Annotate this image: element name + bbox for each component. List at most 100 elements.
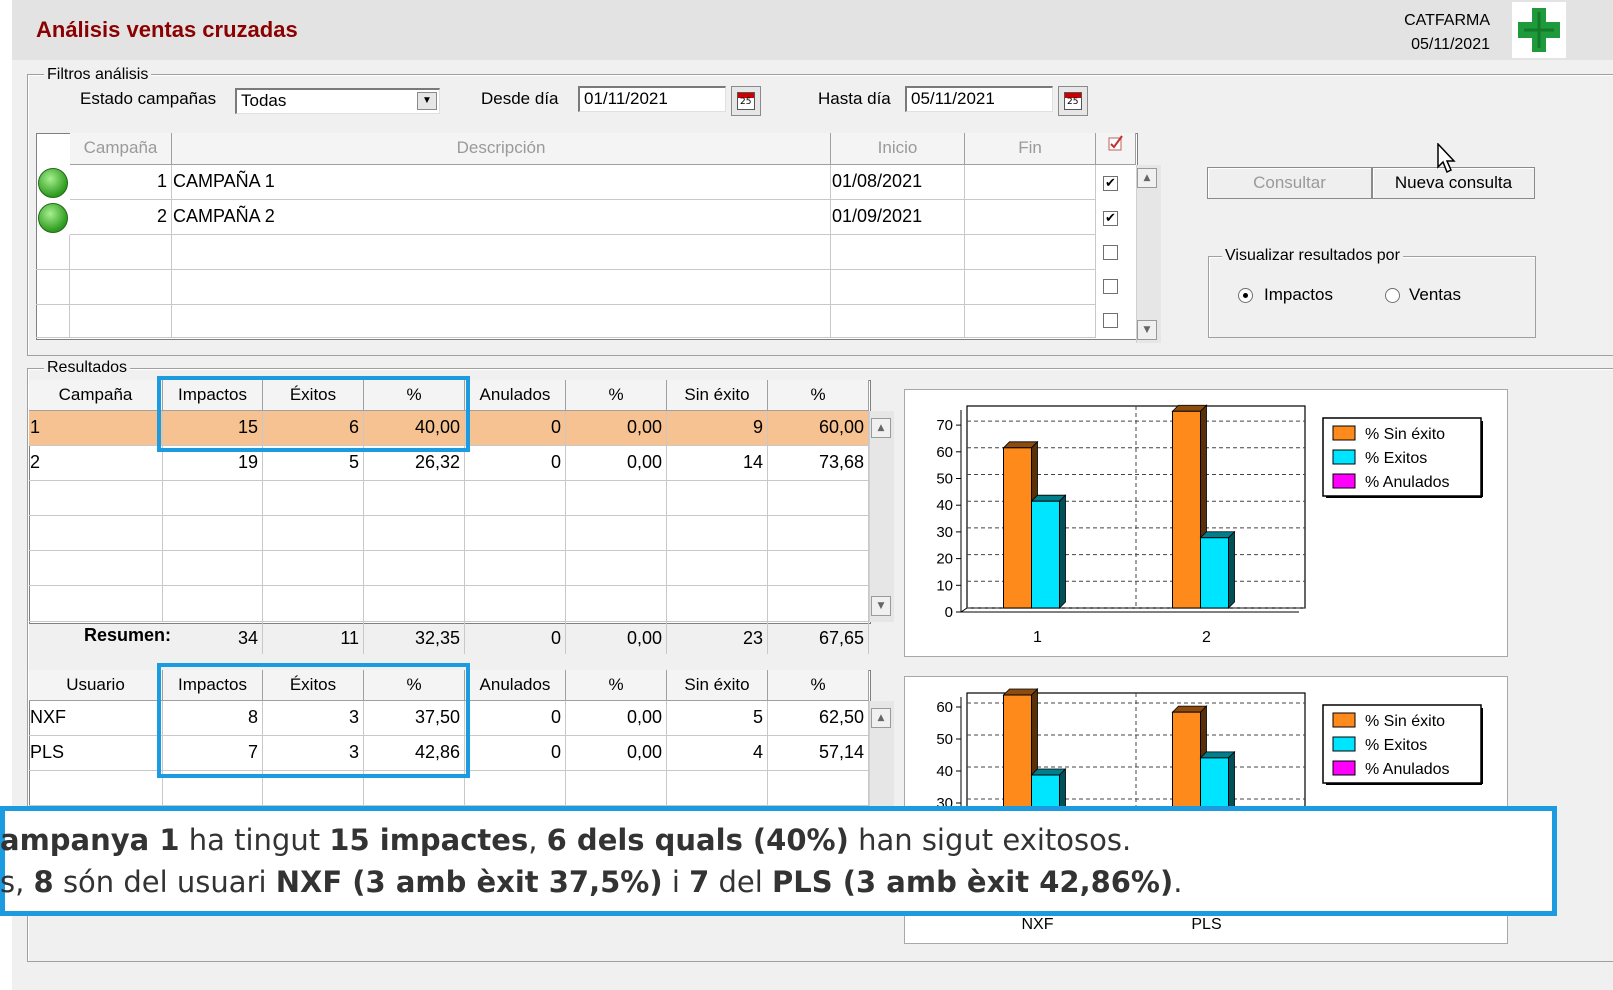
campaign-fin-cell[interactable] (965, 165, 1096, 200)
user-anulados-cell[interactable]: 0 (465, 736, 566, 771)
empty-cell (29, 551, 163, 586)
scroll-down-icon[interactable]: ▼ (871, 596, 891, 616)
status-led-green (38, 168, 68, 198)
hasta-date-field[interactable]: 05/11/2021 (905, 86, 1053, 112)
estado-value: Todas (241, 91, 287, 110)
consultar-button[interactable]: Consultar (1207, 167, 1372, 199)
x-tick-label: PLS (1191, 916, 1221, 933)
summary-anulados-pct: 0,00 (566, 622, 667, 654)
campaign-checkbox[interactable] (1103, 279, 1118, 294)
estado-label: Estado campañas (80, 89, 217, 108)
user-anulados-cell[interactable]: 0 (465, 701, 566, 736)
col-header-anulados-pct[interactable]: % (566, 380, 667, 411)
col-header-anulados-pct[interactable]: % (566, 670, 667, 701)
col-header-descripcion[interactable]: Descripción (172, 133, 831, 165)
empty-cell (364, 481, 465, 516)
empty-cell (263, 481, 364, 516)
highlight-box-users (157, 663, 470, 778)
result-sin-exito-cell[interactable]: 9 (667, 411, 768, 446)
banner-text: 6 dels quals (40%) (546, 823, 849, 857)
campaign-checkbox[interactable] (1103, 313, 1118, 328)
col-header-usuario[interactable]: Usuario (29, 670, 163, 701)
empty-cell (465, 516, 566, 551)
campaign-id-cell[interactable]: 1 (70, 165, 172, 200)
result-campaign-cell[interactable]: 1 (29, 411, 163, 446)
col-header-inicio[interactable]: Inicio (831, 133, 965, 165)
impactos-radio-label[interactable]: Impactos (1264, 285, 1333, 305)
result-campaign-cell[interactable]: 2 (29, 446, 163, 481)
campaign-checkbox[interactable]: ✔ (1103, 176, 1118, 191)
bar (1172, 410, 1201, 609)
scroll-up-icon[interactable]: ▲ (1137, 168, 1157, 188)
empty-cell (768, 481, 869, 516)
campaign-checkbox[interactable] (1103, 245, 1118, 260)
result-anulados-cell[interactable]: 0 (465, 446, 566, 481)
legend-label: % Anulados (1365, 474, 1450, 491)
mouse-pointer-icon (1437, 143, 1456, 174)
campaign-desc-cell[interactable]: CAMPAÑA 2 (172, 200, 831, 235)
result-sin-exito-pct-cell[interactable]: 60,00 (768, 411, 869, 446)
result-anulados-pct-cell[interactable]: 0,00 (566, 446, 667, 481)
legend-swatch (1332, 712, 1356, 728)
result-sin-exito-pct-cell[interactable]: 73,68 (768, 446, 869, 481)
empty-cell (831, 305, 965, 338)
campaign-grid-scrollbar[interactable] (1136, 165, 1161, 343)
empty-cell (36, 235, 70, 270)
campaign-desc-cell[interactable]: CAMPAÑA 1 (172, 165, 831, 200)
empty-cell (465, 586, 566, 622)
col-header-anulados[interactable]: Anulados (465, 380, 566, 411)
empty-cell (163, 586, 263, 622)
user-anulados-pct-cell[interactable]: 0,00 (566, 736, 667, 771)
user-name-cell[interactable]: NXF (29, 701, 163, 736)
empty-cell (70, 305, 172, 338)
empty-cell (768, 551, 869, 586)
user-sin-exito-cell[interactable]: 5 (667, 701, 768, 736)
banner-text: 15 impactes (329, 823, 529, 857)
campaign-id-cell[interactable]: 2 (70, 200, 172, 235)
user-sin-exito-cell[interactable]: 4 (667, 736, 768, 771)
campaign-inicio-cell[interactable]: 01/08/2021 (831, 165, 965, 200)
result-anulados-pct-cell[interactable]: 0,00 (566, 411, 667, 446)
col-header-fin[interactable]: Fin (965, 133, 1096, 165)
col-header-sin-exito-pct[interactable]: % (768, 380, 869, 411)
campaign-checkbox[interactable]: ✔ (1103, 211, 1118, 226)
scroll-down-icon[interactable]: ▼ (1137, 320, 1157, 340)
col-header-sin-exito-pct[interactable]: % (768, 670, 869, 701)
result-sin-exito-cell[interactable]: 14 (667, 446, 768, 481)
estado-select[interactable]: Todas ▼ (235, 88, 440, 114)
result-anulados-cell[interactable]: 0 (465, 411, 566, 446)
scroll-up-icon[interactable]: ▲ (871, 418, 891, 438)
col-header-campana[interactable]: Campaña (70, 133, 172, 165)
summary-impactos: 34 (163, 622, 263, 654)
empty-cell (263, 586, 364, 622)
empty-cell (163, 516, 263, 551)
user-name-cell[interactable]: PLS (29, 736, 163, 771)
col-header-sin-exito[interactable]: Sin éxito (667, 670, 768, 701)
chevron-down-icon[interactable]: ▼ (417, 92, 437, 110)
results-grid-scrollbar[interactable] (869, 411, 894, 622)
impactos-radio[interactable] (1238, 288, 1253, 303)
ventas-radio-label[interactable]: Ventas (1409, 285, 1461, 305)
empty-cell (29, 586, 163, 622)
bar-side-face (1059, 494, 1066, 609)
axis-corner (960, 607, 968, 613)
select-all-checks-button[interactable] (1096, 133, 1136, 165)
campaign-inicio-cell[interactable]: 01/09/2021 (831, 200, 965, 235)
campaign-fin-cell[interactable] (965, 200, 1096, 235)
y-tick-label: 50 (936, 471, 953, 488)
desde-calendar-button[interactable] (731, 86, 761, 116)
x-tick-label: 2 (1202, 629, 1211, 646)
user-sin-exito-pct-cell[interactable]: 57,14 (768, 736, 869, 771)
desde-date-field[interactable]: 01/11/2021 (578, 86, 726, 112)
col-header-campana[interactable]: Campaña (29, 380, 163, 411)
ventas-radio[interactable] (1385, 288, 1400, 303)
user-anulados-pct-cell[interactable]: 0,00 (566, 701, 667, 736)
user-sin-exito-pct-cell[interactable]: 62,50 (768, 701, 869, 736)
window-title: Análisis ventas cruzadas (36, 17, 298, 42)
campaign-bar-chart: 0 10 20 30 40 50 60 70 1 2 % Sin éxito % Exitos % An… (936, 404, 1483, 646)
banner-text: PLS (3 amb èxit 42,86%) (772, 865, 1174, 899)
col-header-anulados[interactable]: Anulados (465, 670, 566, 701)
hasta-calendar-button[interactable] (1058, 86, 1088, 116)
scroll-up-icon[interactable]: ▲ (871, 708, 891, 728)
col-header-sin-exito[interactable]: Sin éxito (667, 380, 768, 411)
